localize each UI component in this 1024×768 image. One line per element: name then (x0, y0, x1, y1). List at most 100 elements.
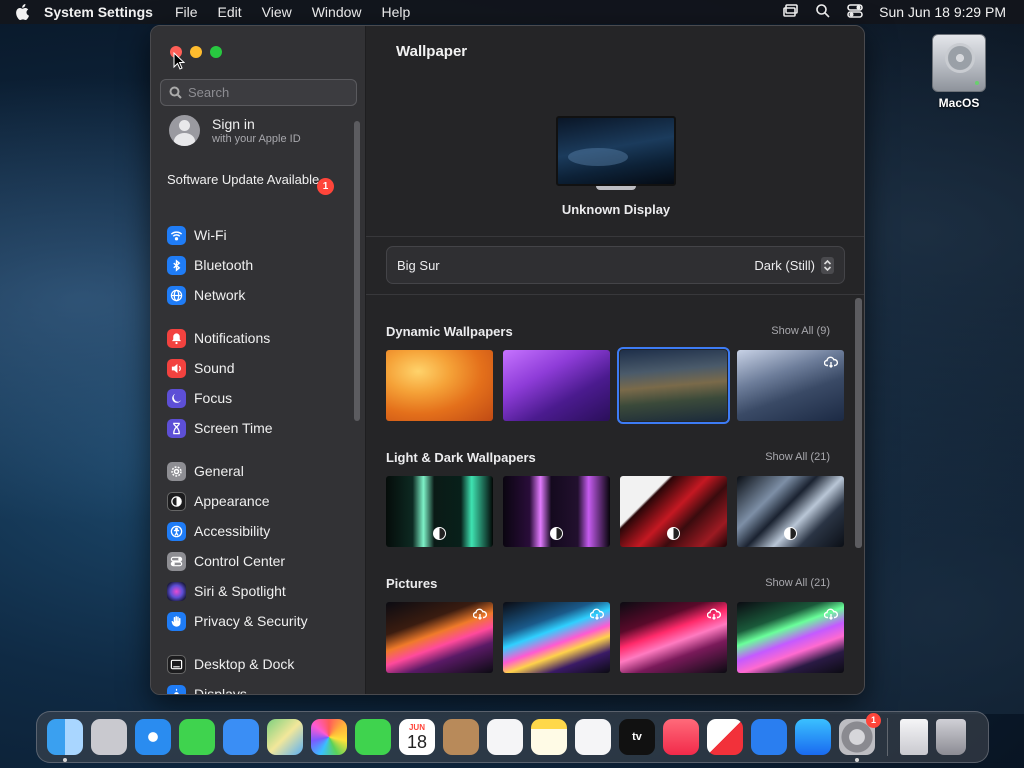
wallpaper-thumb-macbook-silver[interactable] (737, 476, 844, 547)
gallery-scrollbar[interactable] (855, 298, 862, 548)
signin-subtitle: with your Apple ID (212, 133, 301, 145)
sidebar-item-screen-time[interactable]: Screen Time (167, 413, 273, 443)
dock-facetime-icon[interactable] (355, 719, 391, 755)
dock-calendar-icon[interactable]: JUN 18 (399, 719, 435, 755)
dock: JUN 18 tv 1 (36, 711, 989, 763)
dock-launchpad-icon[interactable] (91, 719, 127, 755)
screen-mirroring-icon[interactable] (783, 3, 799, 22)
zoom-button[interactable] (210, 46, 222, 58)
calendar-month: JUN (408, 722, 425, 732)
sidebar-item-sound[interactable]: Sound (167, 353, 273, 383)
settings-window: Sign in with your Apple ID Software Upda… (150, 25, 865, 695)
sidebar-item-accessibility[interactable]: Accessibility (167, 516, 308, 546)
dock-keynote-icon[interactable] (751, 719, 787, 755)
dock-downloads-icon[interactable] (900, 719, 928, 755)
display-name: Unknown Display (561, 202, 671, 217)
sidebar-item-control-center[interactable]: Control Center (167, 546, 308, 576)
sidebar-item-appearance[interactable]: Appearance (167, 486, 308, 516)
drive-label: MacOS (938, 96, 980, 110)
tv-label: tv (632, 731, 642, 743)
sidebar-item-network[interactable]: Network (167, 280, 253, 310)
dock-contacts-icon[interactable] (443, 719, 479, 755)
wallpaper-thumb-picture-2[interactable] (503, 602, 610, 673)
sidebar-item-label: Network (194, 287, 246, 303)
wallpaper-thumb-picture-3[interactable] (620, 602, 727, 673)
dock-reminders-icon[interactable] (487, 719, 523, 755)
dock-notes-icon[interactable] (531, 719, 567, 755)
menu-app-name[interactable]: System Settings (44, 4, 153, 20)
dock-trash-icon[interactable] (936, 719, 966, 755)
dock-maps-icon[interactable] (267, 719, 303, 755)
hourglass-icon (167, 418, 186, 438)
sidebar-item-wifi[interactable]: Wi-Fi (167, 220, 253, 250)
search-input[interactable] (188, 85, 348, 100)
dock-news-icon[interactable] (707, 719, 743, 755)
apple-menu-icon[interactable] (0, 1, 44, 24)
wallpaper-mode-value: Dark (Still) (754, 257, 815, 273)
dock-music-icon[interactable] (663, 719, 699, 755)
sidebar-item-label: Control Center (194, 553, 286, 569)
mouse-cursor-icon (173, 52, 185, 70)
dock-messages-icon[interactable] (179, 719, 215, 755)
menu-clock[interactable]: Sun Jun 18 9:29 PM (879, 4, 1006, 20)
sidebar-scrollbar[interactable] (354, 121, 360, 421)
sidebar-item-notifications[interactable]: Notifications (167, 323, 273, 353)
wallpaper-name: Big Sur (397, 257, 440, 273)
sidebar-item-label: Accessibility (194, 523, 271, 539)
dock-freeform-icon[interactable] (575, 719, 611, 755)
control-center-icon[interactable] (847, 3, 863, 22)
dock-system-settings-icon[interactable]: 1 (839, 713, 881, 762)
menu-file[interactable]: File (175, 4, 198, 20)
avatar (169, 115, 200, 146)
sidebar-group-notifications: Notifications Sound Focus Screen Time (167, 323, 273, 443)
moon-icon (167, 388, 186, 408)
wallpaper-mode-popup[interactable]: Dark (Still) (754, 256, 834, 274)
menu-bar: System Settings File Edit View Window He… (0, 0, 1024, 24)
search-field[interactable] (160, 79, 357, 106)
wallpaper-thumb-macbook-red[interactable] (620, 476, 727, 547)
dock-mail-icon[interactable] (223, 719, 259, 755)
show-all-button[interactable]: Show All (21) (765, 451, 830, 463)
menu-edit[interactable]: Edit (218, 4, 242, 20)
sidebar-item-focus[interactable]: Focus (167, 383, 273, 413)
menu-window[interactable]: Window (312, 4, 362, 20)
menu-view[interactable]: View (262, 4, 292, 20)
minimize-button[interactable] (190, 46, 202, 58)
wallpaper-thumb-big-sur[interactable] (617, 347, 730, 424)
sidebar-item-displays[interactable]: Displays (167, 679, 294, 694)
dock-safari-icon[interactable] (135, 719, 171, 755)
spotlight-search-icon[interactable] (815, 3, 831, 22)
calendar-day: 18 (406, 731, 428, 752)
section-title: Light & Dark Wallpapers (386, 449, 536, 465)
sidebar-item-desktop-dock[interactable]: Desktop & Dock (167, 649, 294, 679)
show-all-button[interactable]: Show All (9) (771, 325, 830, 337)
wallpaper-thumb-macbook-green[interactable] (386, 476, 493, 547)
hand-icon (167, 611, 186, 631)
sidebar-item-general[interactable]: General (167, 456, 308, 486)
dock-finder-icon[interactable] (47, 719, 83, 762)
show-all-button[interactable]: Show All (21) (765, 577, 830, 589)
dock-photos-icon[interactable] (311, 719, 347, 755)
wallpaper-thumb-ventura[interactable] (386, 350, 493, 421)
apple-id-signin[interactable]: Sign in with your Apple ID (169, 115, 301, 146)
sidebar-item-privacy-security[interactable]: Privacy & Security (167, 606, 308, 636)
wallpaper-thumb-monterey[interactable] (503, 350, 610, 421)
wallpaper-thumb-macbook-purple[interactable] (503, 476, 610, 547)
sidebar-item-label: Desktop & Dock (194, 656, 295, 672)
sidebar-item-bluetooth[interactable]: Bluetooth (167, 250, 253, 280)
sidebar-item-label: Wi-Fi (194, 227, 227, 243)
menu-help[interactable]: Help (382, 4, 411, 20)
wallpaper-thumb-picture-1[interactable] (386, 602, 493, 673)
dock-app-store-icon[interactable] (795, 719, 831, 755)
page-title: Wallpaper (396, 43, 468, 60)
sidebar-group-network: Wi-Fi Bluetooth Network (167, 220, 253, 310)
dock-tv-icon[interactable]: tv (619, 719, 655, 755)
section-title: Dynamic Wallpapers (386, 323, 513, 339)
desktop-drive[interactable]: MacOS (926, 34, 992, 110)
wallpaper-thumb-picture-4[interactable] (737, 602, 844, 673)
sidebar-item-siri-spotlight[interactable]: Siri & Spotlight (167, 576, 308, 606)
wallpaper-thumb-catalina[interactable] (737, 350, 844, 421)
display-icon (167, 684, 186, 694)
section-title: Pictures (386, 575, 438, 591)
download-cloud-icon (823, 355, 839, 368)
